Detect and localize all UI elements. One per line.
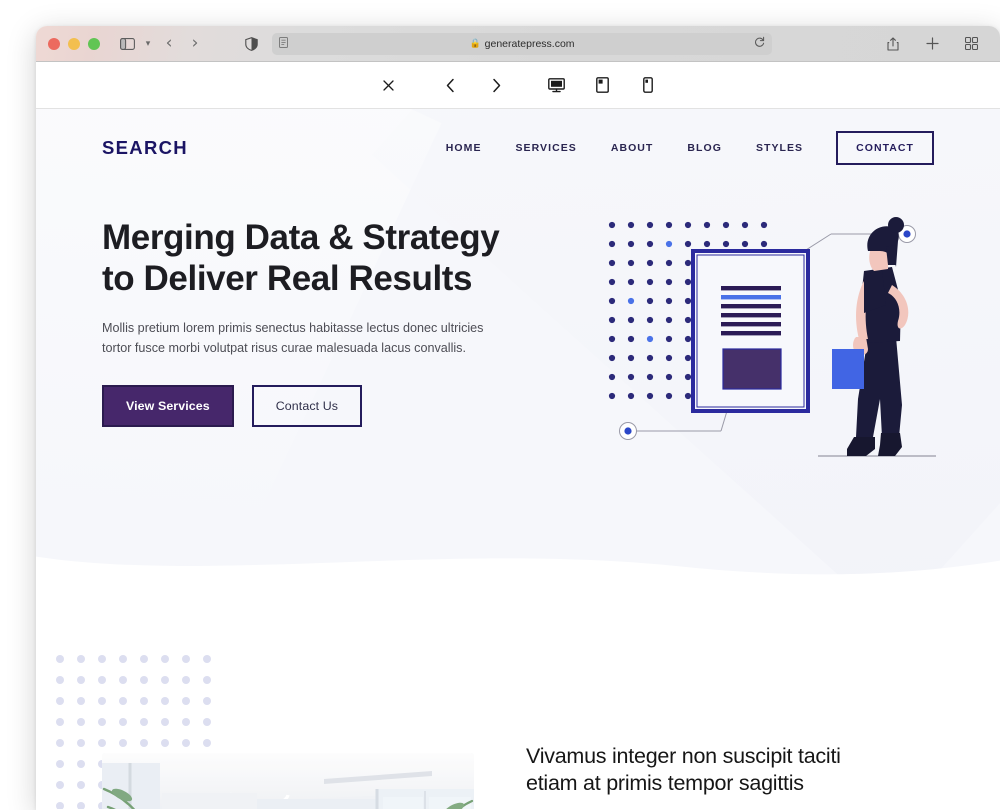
share-icon[interactable] [880,32,906,56]
content-section: Vivamus integer non suscipit taciti etia… [36,579,1000,809]
nav-item-blog[interactable]: BLOG [670,142,739,154]
hero-wave-divider [36,556,1000,579]
section-heading-line-2: etiam at primis tempor sagittis [526,771,804,796]
nav-item-styles[interactable]: STYLES [739,142,820,154]
hero-button-group: View Services Contact Us [102,385,532,428]
section-heading: Vivamus integer non suscipit taciti etia… [526,743,906,798]
section-text-column: Vivamus integer non suscipit taciti etia… [526,743,906,809]
lock-icon: 🔒 [469,38,481,48]
nav-item-home[interactable]: HOME [429,142,499,154]
hero-content: Merging Data & Strategy to Deliver Real … [102,217,532,428]
tab-overview-icon[interactable] [958,32,984,56]
url-text: generatepress.com [484,37,575,50]
page-viewport: SEARCH HOME SERVICES ABOUT BLOG STYLES C… [36,109,1000,809]
tablet-icon[interactable] [579,68,625,102]
connector-node-bottom [619,422,637,440]
back-arrow-icon[interactable]: ‹ [156,35,182,52]
previous-device-button[interactable] [427,68,473,102]
toolbar-right-actions [880,32,988,56]
responsive-design-mode-bar [36,62,1000,109]
sidebar-icon[interactable] [114,32,140,56]
forward-arrow-icon[interactable]: › [182,35,208,52]
zoom-window-button[interactable] [88,37,100,50]
hero-subtitle: Mollis pretium lorem primis senectus hab… [102,320,484,356]
url-display[interactable]: 🔒 generatepress.com [272,38,772,50]
close-responsive-mode-button[interactable] [365,68,411,102]
close-window-button[interactable] [48,37,60,50]
minimize-window-button[interactable] [68,37,80,50]
hero-title-line-1: Merging Data & Strategy [102,218,500,257]
view-services-button[interactable]: View Services [102,385,234,428]
section-heading-line-1: Vivamus integer non suscipit taciti [526,744,841,768]
main-navigation: HOME SERVICES ABOUT BLOG STYLES CONTACT [429,131,934,165]
mobile-icon[interactable] [625,68,671,102]
woman-figure [818,217,936,457]
browser-toolbar: ▾ ‹ › 🔒 generatepress.com [36,26,1000,62]
new-tab-icon[interactable] [919,32,945,56]
address-bar[interactable]: 🔒 generatepress.com [272,32,772,55]
hero-title-line-2: to Deliver Real Results [102,259,473,299]
document-card [691,249,810,413]
next-device-button[interactable] [473,68,519,102]
nav-item-services[interactable]: SERVICES [499,142,594,154]
hero-illustration [596,209,956,479]
hero-title: Merging Data & Strategy to Deliver Real … [102,217,532,300]
nav-contact-button[interactable]: CONTACT [836,131,934,165]
site-logo[interactable]: SEARCH [102,137,188,159]
office-interior-image [102,753,474,809]
site-header: SEARCH HOME SERVICES ABOUT BLOG STYLES C… [36,109,1000,187]
desktop-icon[interactable] [533,68,579,102]
traffic-lights [48,37,100,50]
shield-icon[interactable] [238,32,264,56]
nav-item-about[interactable]: ABOUT [594,142,671,154]
contact-us-button[interactable]: Contact Us [251,385,363,428]
chevron-down-icon[interactable]: ▾ [140,38,156,49]
browser-window: ▾ ‹ › 🔒 generatepress.com SEARCH HOME SE… [36,26,1000,810]
